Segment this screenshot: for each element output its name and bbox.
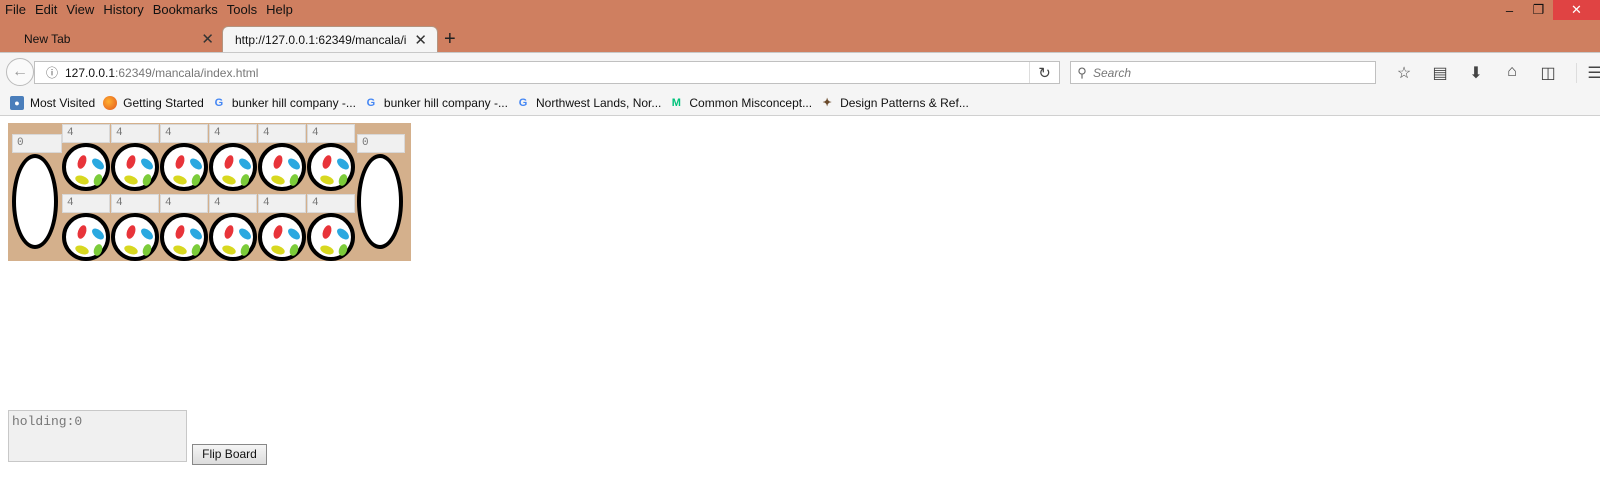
pit-count: 4 [62,124,110,143]
pit-top[interactable] [111,143,159,191]
info-icon[interactable]: ⓘ [39,64,65,81]
nav-bar: ← ⓘ 127.0.0.1:62349/mancala/index.html ↻… [0,52,1600,90]
google-icon: G [518,96,528,109]
bookmark-bunker-hill-2[interactable]: G bunker hill company -... [364,96,508,110]
bookmark-design-patterns[interactable]: ✦ Design Patterns & Ref... [820,96,968,110]
design-patterns-icon: ✦ [822,97,832,109]
google-icon: G [366,96,376,109]
hamburger-menu-icon[interactable]: ☰ [1576,63,1600,83]
reading-list-icon[interactable]: ▤ [1422,63,1458,83]
tab-label: http://127.0.0.1:62349/mancala/i [235,32,407,47]
tab-mancala[interactable]: http://127.0.0.1:62349/mancala/i ✕ [222,26,438,52]
menu-help[interactable]: Help [266,2,293,17]
restore-icon[interactable]: ❐ [1524,0,1553,20]
url-bar[interactable]: ⓘ 127.0.0.1:62349/mancala/index.html ↻ [34,61,1060,84]
home-icon[interactable]: ⌂ [1494,63,1530,83]
google-icon: G [214,96,224,109]
pit-top[interactable] [258,143,306,191]
store-left-count: 0 [12,134,62,153]
new-tab-icon[interactable]: + [444,28,456,51]
bookmark-star-icon[interactable]: ☆ [1386,63,1422,83]
menu-view[interactable]: View [66,2,94,17]
pit-bottom[interactable] [62,213,110,261]
pit-bottom[interactable] [209,213,257,261]
pit-top[interactable] [160,143,208,191]
menu-history[interactable]: History [103,2,143,17]
pit-count: 4 [209,124,257,143]
bookmark-bunker-hill-1[interactable]: G bunker hill company -... [212,96,356,110]
close-tab-icon[interactable]: ✕ [414,31,427,49]
minimize-icon[interactable]: – [1495,0,1524,20]
search-input[interactable]: ⚲ Search [1070,61,1376,84]
tab-strip: New Tab ✕ http://127.0.0.1:62349/mancala… [0,24,1600,52]
flip-board-button[interactable]: Flip Board [192,444,267,465]
search-icon: ⚲ [1077,64,1087,80]
url-text: 127.0.0.1:62349/mancala/index.html [65,65,259,80]
window-controls: – ❐ ✕ [1495,0,1600,22]
globe-icon: ● [10,95,24,110]
store-right-count: 0 [357,134,405,153]
pit-bottom[interactable] [160,213,208,261]
download-icon[interactable]: ⬇ [1458,63,1494,83]
menu-bar: File Edit View History Bookmarks Tools H… [5,2,302,17]
pit-top[interactable] [62,143,110,191]
tab-new-tab[interactable]: New Tab ✕ [0,26,222,52]
pit-bottom[interactable] [307,213,355,261]
pit-count: 4 [258,194,306,213]
pit-count: 4 [209,194,257,213]
menu-edit[interactable]: Edit [35,2,57,17]
pit-count: 4 [160,124,208,143]
mancala-board: 0 0 4 4 4 4 4 4 4 4 4 4 4 4 [8,123,411,261]
pit-count: 4 [307,124,355,143]
store-left[interactable] [12,154,58,249]
bookmarks-bar: ● Most Visited Getting Started G bunker … [0,90,1600,116]
pit-count: 4 [258,124,306,143]
store-right[interactable] [357,154,403,249]
pit-count: 4 [160,194,208,213]
bookmark-northwest-lands[interactable]: G Northwest Lands, Nor... [516,96,662,110]
firefox-icon [103,95,118,110]
medium-icon: M [671,96,681,109]
close-tab-icon[interactable]: ✕ [201,30,214,48]
pit-bottom[interactable] [258,213,306,261]
pit-bottom[interactable] [111,213,159,261]
title-bar: File Edit View History Bookmarks Tools H… [0,0,1600,24]
bookmark-getting-started[interactable]: Getting Started [103,95,204,110]
tab-label: New Tab [24,32,71,46]
back-arrow-icon[interactable]: ← [6,58,34,86]
screenshot-icon[interactable]: ◫ [1530,63,1566,83]
close-window-icon[interactable]: ✕ [1553,0,1600,20]
menu-file[interactable]: File [5,2,26,17]
holding-display: holding:0 [8,410,187,462]
pit-count: 4 [111,194,159,213]
toolbar-icons: ☆ ▤ ⬇ ⌂ ◫ ☰ [1386,63,1600,83]
search-placeholder: Search [1093,65,1132,80]
bookmark-common-misconceptions[interactable]: M Common Misconcept... [669,96,812,110]
pit-top[interactable] [307,143,355,191]
menu-bookmarks[interactable]: Bookmarks [153,2,218,17]
pit-count: 4 [62,194,110,213]
bookmark-most-visited[interactable]: ● Most Visited [10,95,95,110]
pit-count: 4 [111,124,159,143]
pit-count: 4 [307,194,355,213]
menu-tools[interactable]: Tools [227,2,257,17]
reload-icon[interactable]: ↻ [1029,62,1059,83]
pit-top[interactable] [209,143,257,191]
